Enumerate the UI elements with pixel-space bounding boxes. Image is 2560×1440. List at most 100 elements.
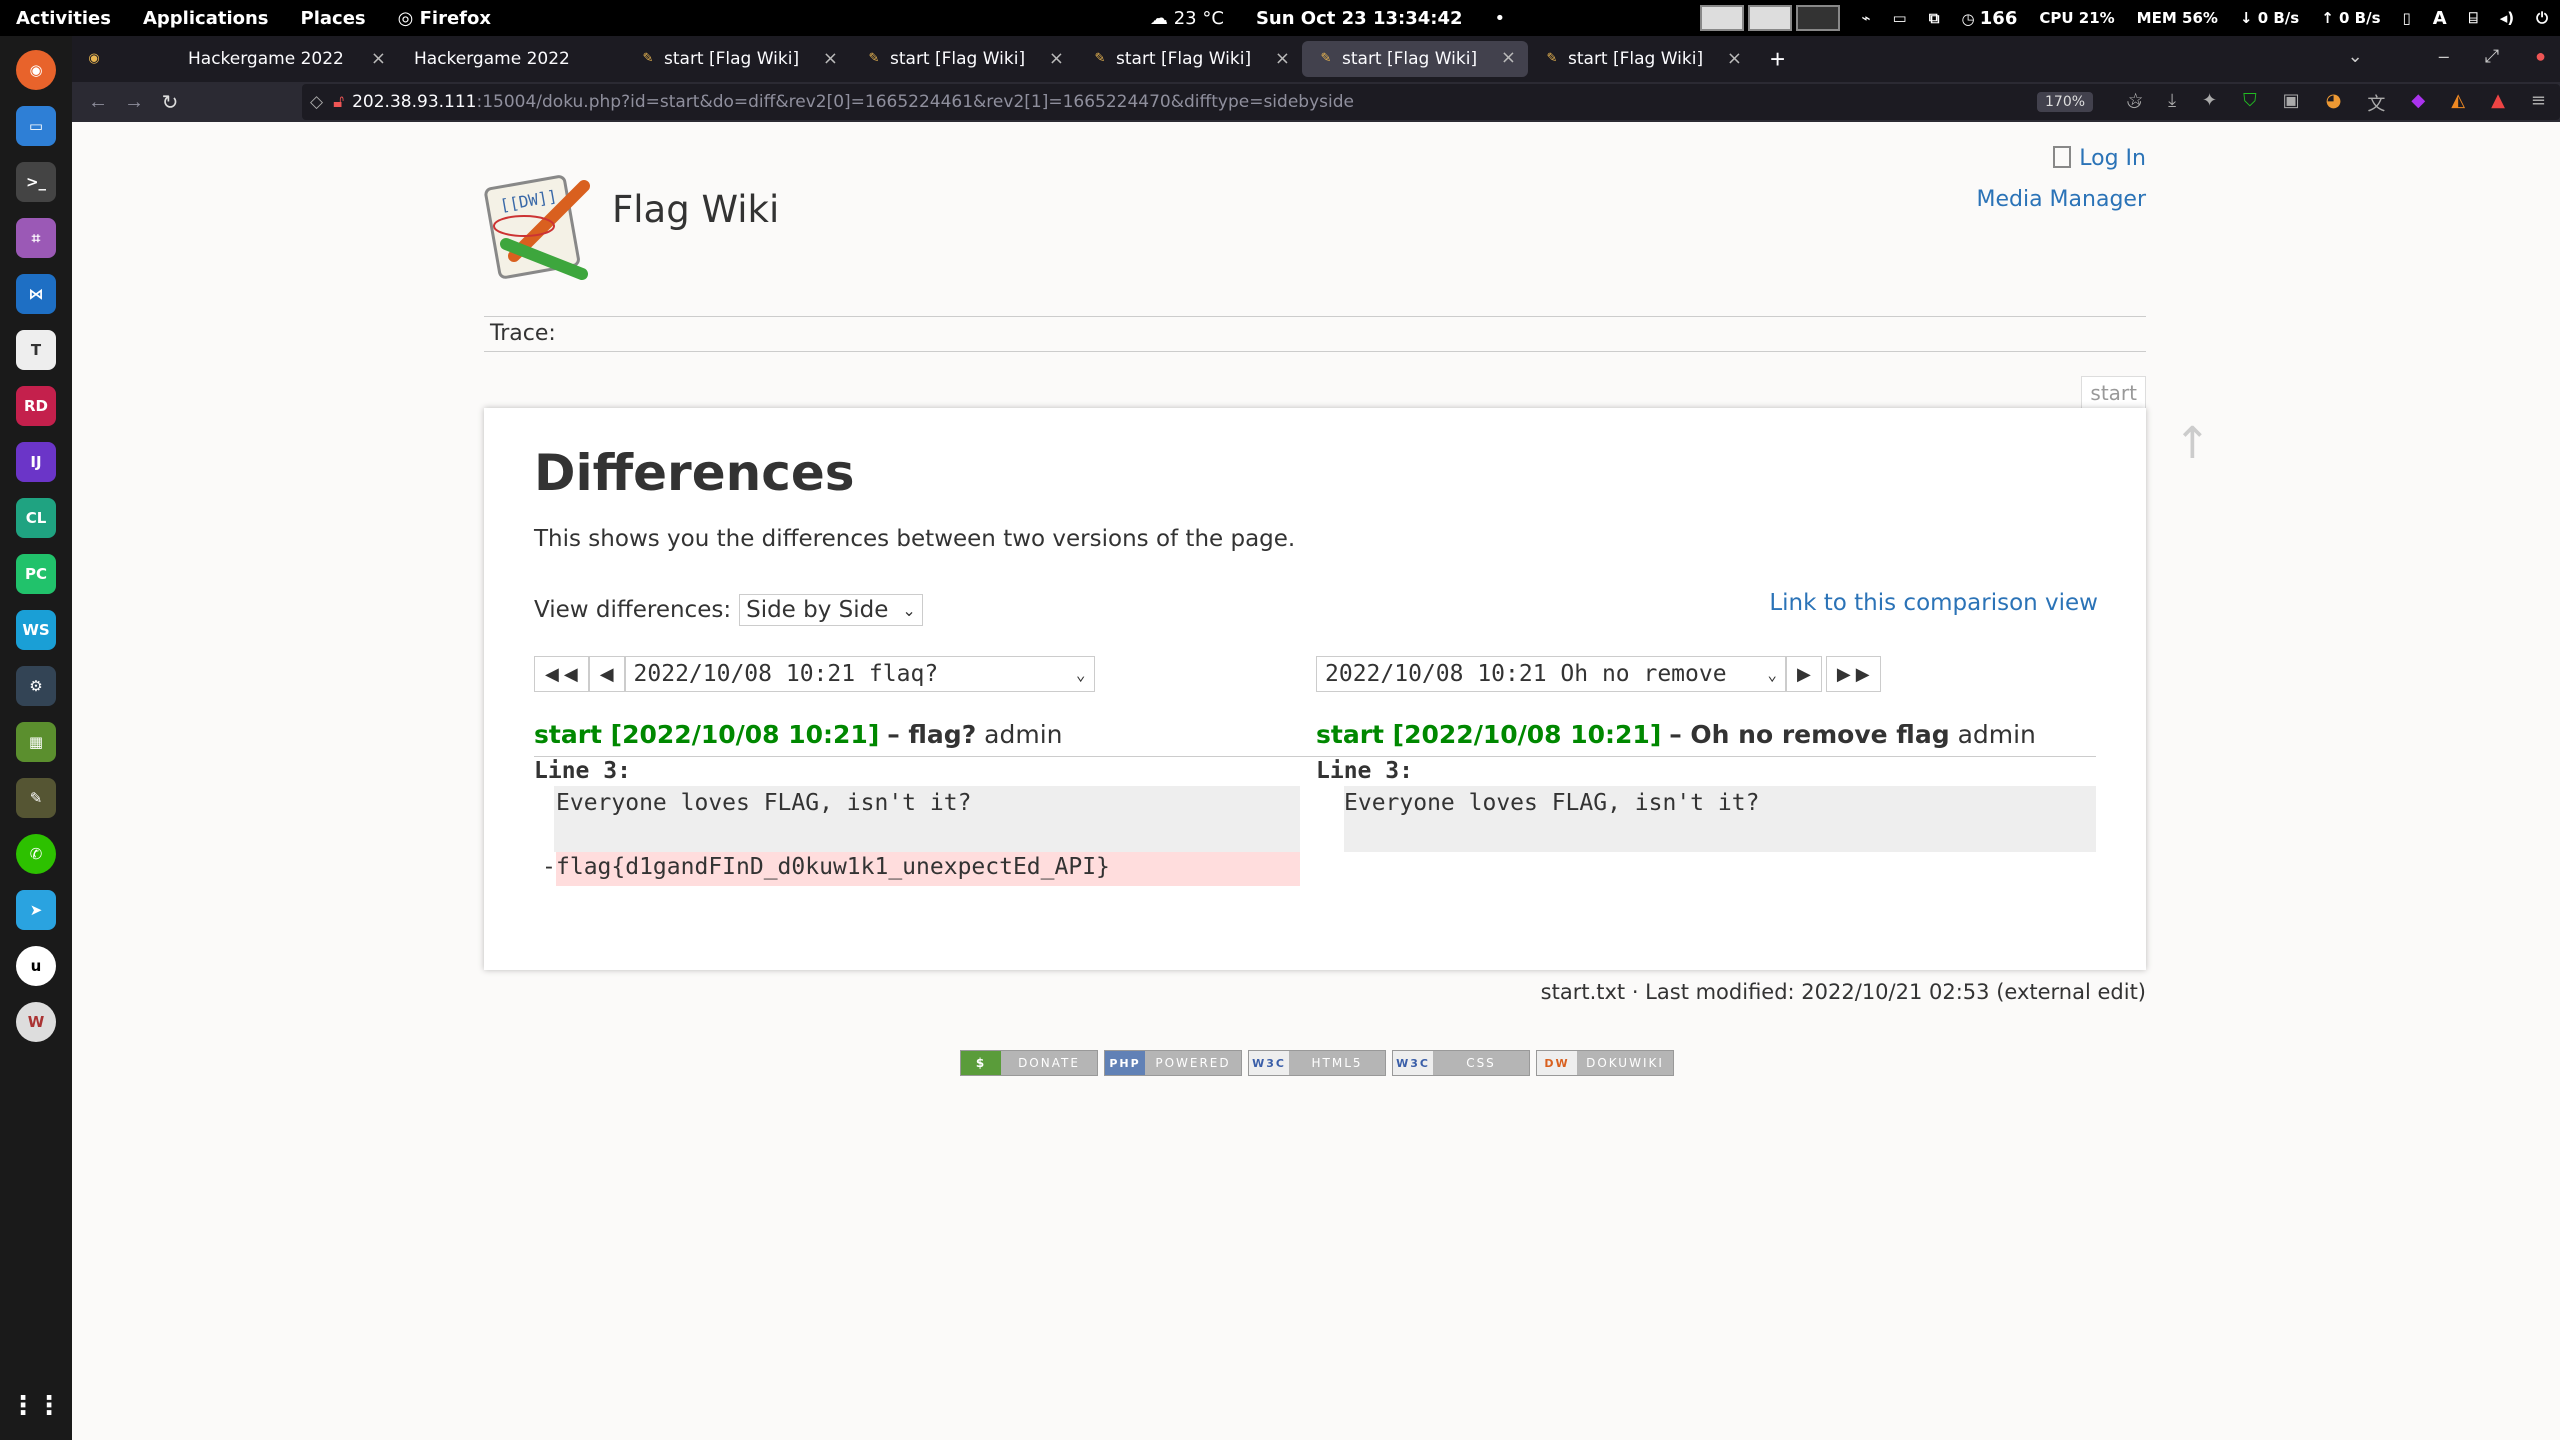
media-manager-link[interactable]: Media Manager (1976, 179, 2146, 220)
tab-3[interactable]: ✎ start [Flag Wiki] × (850, 36, 1076, 82)
new-tab-icon[interactable]: + (1770, 44, 1785, 75)
tab-list-icon[interactable]: ⌄ (2348, 46, 2363, 67)
close-icon[interactable]: × (1275, 48, 1290, 69)
files-icon[interactable]: ▭ (16, 106, 56, 146)
dokuwiki-logo[interactable]: [[DW]] (484, 166, 600, 282)
workspace-1[interactable] (1699, 5, 1744, 31)
terminal-icon[interactable]: >_ (16, 162, 56, 202)
reader-icon[interactable]: ▣ (2283, 90, 2300, 116)
php-icon: PHP (1105, 1051, 1145, 1075)
workspace-3[interactable] (1795, 5, 1840, 31)
shield-icon[interactable]: ◇ (310, 92, 323, 112)
next-revision-button[interactable]: ▶ (1786, 656, 1822, 692)
paint-icon[interactable]: ✎ (16, 778, 56, 818)
firefox-app-menu[interactable]: ◎ Firefox (382, 8, 507, 29)
pycharm-icon[interactable]: PC (16, 554, 56, 594)
workspace-2[interactable] (1747, 5, 1792, 31)
addon2-icon[interactable]: ▲ (2491, 90, 2505, 116)
translate-icon[interactable]: 文 (2367, 90, 2385, 116)
webstorm-icon[interactable]: WS (16, 610, 56, 650)
firefox-icon[interactable]: ◉ (16, 50, 56, 90)
menu-icon[interactable]: ≡ (2531, 90, 2546, 116)
vscode-icon[interactable]: ⋈ (16, 274, 56, 314)
prev-revision-button[interactable]: ◀ (588, 656, 625, 692)
activities-button[interactable]: Activities (0, 8, 127, 29)
first-revision-button[interactable]: ◀ ◀ (534, 656, 589, 692)
clipboard-icon[interactable]: ▯ (2403, 9, 2411, 27)
zoom-indicator[interactable]: 170% (2037, 92, 2094, 112)
metamask-icon[interactable]: ◭ (2451, 90, 2465, 116)
tray-icon[interactable]: ⌁ (1862, 9, 1871, 27)
clion-icon[interactable]: CL (16, 498, 56, 538)
forward-icon[interactable]: → (116, 91, 152, 114)
chevron-down-icon: ⌄ (1075, 664, 1086, 684)
wechat-icon[interactable]: ✆ (16, 834, 56, 874)
right-revision-link[interactable]: start [2022/10/08 10:21] (1316, 720, 1661, 749)
tab-6[interactable]: ✎ start [Flag Wiki] × (1528, 36, 1754, 82)
page-id-tab[interactable]: start (2081, 376, 2146, 410)
insecure-lock-icon[interactable]: 🔓︎ (333, 92, 344, 112)
comparison-link[interactable]: Link to this comparison view (1769, 590, 2098, 616)
tab-5-active[interactable]: ✎ start [Flag Wiki] × (1302, 41, 1528, 77)
power-icon[interactable]: ⏻ (2536, 9, 2548, 27)
donate-badge[interactable]: $ DONATE (960, 1050, 1098, 1076)
system-top-bar: Activities Applications Places ◎ Firefox… (0, 0, 2560, 36)
close-icon[interactable]: × (371, 48, 386, 69)
close-icon[interactable]: × (1049, 48, 1064, 69)
diff-type-select[interactable]: Side by Side ⌄ (739, 594, 923, 626)
left-revision-link[interactable]: start [2022/10/08 10:21] (534, 720, 879, 749)
addon-icon[interactable]: ◆ (2411, 90, 2425, 116)
extension-icon[interactable]: ✦ (2202, 90, 2217, 116)
last-revision-button[interactable]: ▶ ▶ (1825, 656, 1881, 692)
maximize-icon[interactable]: ⤢ (2485, 46, 2499, 67)
volume-icon[interactable]: ◂) (2500, 9, 2514, 27)
back-icon[interactable]: ← (80, 91, 116, 114)
site-title[interactable]: Flag Wiki (612, 188, 779, 231)
color-icon[interactable]: ◕ (2326, 90, 2342, 116)
process-indicator[interactable]: ◷ 166 (1961, 8, 2017, 29)
tab-0[interactable]: Hackergame 2022 × (172, 36, 398, 82)
url-bar[interactable]: ◇ 🔓︎ 202.38.93.111:15004/doku.php?id=sta… (302, 84, 2560, 120)
applications-menu[interactable]: Applications (127, 8, 285, 29)
download-icon[interactable]: ⤓ (2168, 90, 2176, 116)
close-icon[interactable]: × (1727, 48, 1742, 69)
dokuwiki-icon: ✎ (868, 51, 880, 66)
network-icon[interactable]: ⌸ (2469, 9, 2478, 27)
unreal-icon[interactable]: u (16, 946, 56, 986)
php-badge[interactable]: PHP POWERED (1104, 1050, 1242, 1076)
screenshot-icon[interactable]: ⌗ (16, 218, 56, 258)
intellij-icon[interactable]: IJ (16, 442, 56, 482)
pocket-icon[interactable]: ◡ (2126, 90, 2142, 116)
reload-icon[interactable]: ↻ (152, 90, 188, 115)
close-window-icon[interactable]: ● (2535, 46, 2546, 67)
rider-icon[interactable]: RD (16, 386, 56, 426)
tab-4[interactable]: ✎ start [Flag Wiki] × (1076, 36, 1302, 82)
weather-indicator[interactable]: ☁ 23 °C (1150, 8, 1224, 29)
tab-2[interactable]: ✎ start [Flag Wiki] × (624, 36, 850, 82)
close-icon[interactable]: × (1501, 47, 1516, 68)
typora-icon[interactable]: T (16, 330, 56, 370)
dokuwiki-badge[interactable]: DW DOKUWIKI (1536, 1050, 1674, 1076)
login-icon (2053, 146, 2072, 168)
places-menu[interactable]: Places (285, 8, 382, 29)
minecraft-icon[interactable]: ▦ (16, 722, 56, 762)
login-link[interactable]: Log In (2079, 146, 2146, 171)
app-grid-icon[interactable]: ⋮⋮ (10, 1386, 62, 1426)
steam-icon[interactable]: ⚙ (16, 666, 56, 706)
app-icon[interactable]: W (16, 1002, 56, 1042)
left-revision-select[interactable]: 2022/10/08 10:21 flaq? ⌄ (624, 656, 1095, 692)
back-to-top-icon[interactable]: ↑ (2174, 418, 2211, 469)
ublock-icon[interactable]: ⛉ (2243, 90, 2257, 116)
html5-badge[interactable]: W3C HTML5 (1248, 1050, 1386, 1076)
css-badge[interactable]: W3C CSS (1392, 1050, 1530, 1076)
telegram-icon[interactable]: ➤ (16, 890, 56, 930)
tab-1[interactable]: Hackergame 2022 (398, 36, 624, 82)
close-icon[interactable]: × (823, 48, 838, 69)
keyboard-layout[interactable]: A (2433, 8, 2447, 29)
monitor-icon[interactable]: ▭ (1893, 9, 1907, 27)
windows-icon[interactable]: ⧉ (1929, 9, 1940, 27)
clock[interactable]: Sun Oct 23 13:34:42 (1256, 8, 1463, 29)
minimize-icon[interactable]: – (2439, 46, 2449, 67)
right-revision-select[interactable]: 2022/10/08 10:21 Oh no remove ⌄ (1316, 656, 1786, 692)
tab-pinned[interactable]: ◉ (72, 36, 172, 82)
